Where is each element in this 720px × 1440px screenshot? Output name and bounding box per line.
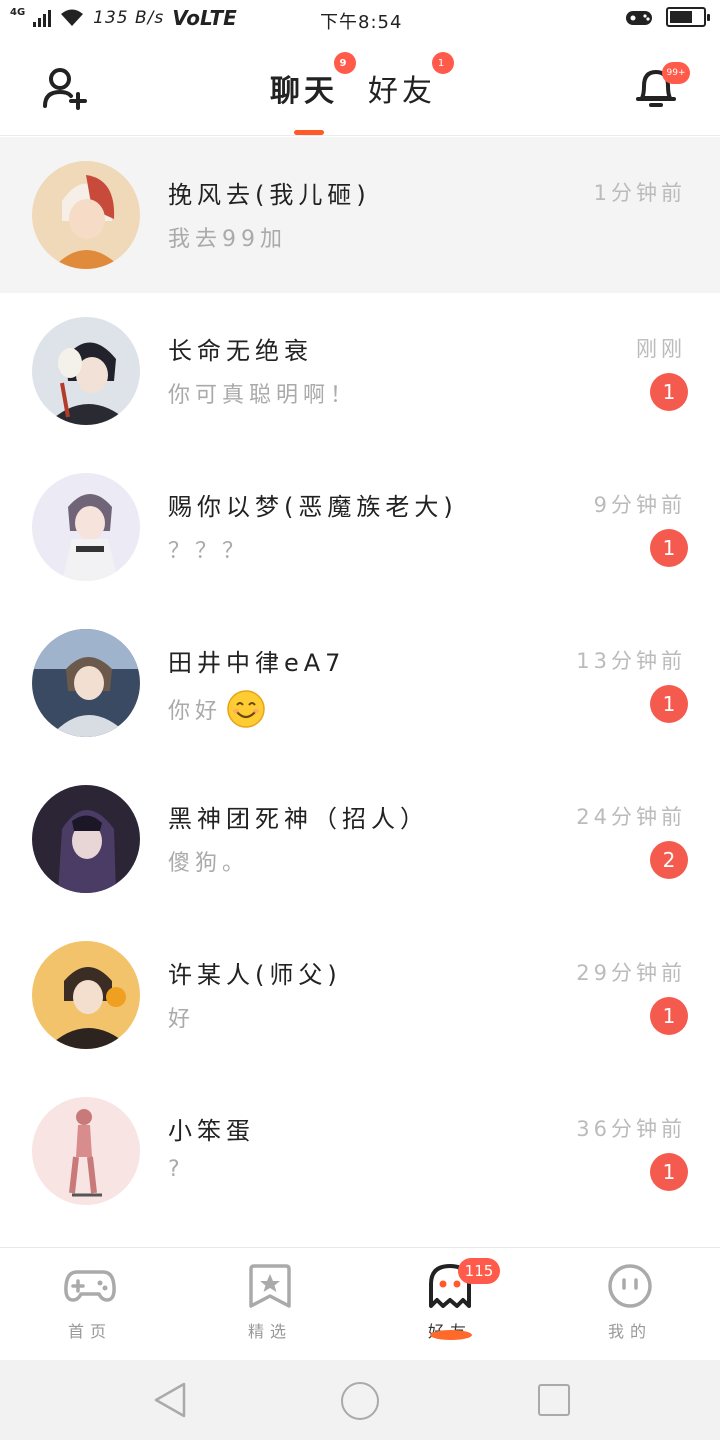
chat-time: 刚刚 — [636, 337, 686, 361]
home-icon[interactable] — [341, 1382, 379, 1420]
tab-friends-badge: 1 — [432, 52, 454, 74]
tab-chat-badge: 9 — [334, 52, 356, 74]
status-left: 4G 135 B/s VoLTE — [10, 6, 237, 30]
battery-icon — [666, 7, 710, 27]
nav-label: 首页 — [67, 1322, 112, 1341]
unread-badge: 1 — [650, 529, 688, 567]
chat-name: 赐你以梦(恶魔族老大) — [168, 493, 458, 521]
chat-name: 长命无绝衰 — [168, 337, 313, 365]
tab-friends-label: 好友 — [368, 74, 436, 109]
smile-emoji-icon — [227, 690, 265, 728]
chat-preview-text: ? — [168, 1157, 185, 1182]
signal-icon — [33, 9, 52, 27]
chat-preview-text: ？？？ — [168, 539, 250, 564]
chat-name: 许某人(师父) — [168, 961, 342, 989]
chat-time: 36分钟前 — [576, 1117, 686, 1141]
status-right — [624, 6, 710, 28]
chat-preview: 我去99加 — [168, 221, 287, 253]
chat-row[interactable]: 田井中律eA7 你好 13分钟前 1 — [0, 605, 720, 761]
tab-friends[interactable]: 好友 1 — [368, 52, 454, 110]
chat-preview-text: 我去99加 — [168, 227, 287, 252]
active-tab-indicator — [294, 130, 324, 135]
chat-time: 1分钟前 — [593, 181, 686, 205]
status-bar: 4G 135 B/s VoLTE 下午8:54 — [0, 0, 720, 36]
unread-badge: 2 — [650, 841, 688, 879]
avatar — [32, 317, 140, 425]
back-icon[interactable] — [152, 1380, 188, 1420]
chat-preview: ？？？ — [168, 533, 249, 565]
nav-label: 精选 — [247, 1322, 292, 1341]
app-header: 聊天 9 好友 1 99+ — [0, 36, 720, 136]
unread-badge: 1 — [650, 1153, 688, 1191]
volte-indicator: VoLTE — [172, 6, 237, 30]
header-tabs: 聊天 9 好友 1 — [270, 52, 454, 110]
avatar — [32, 1097, 140, 1205]
star-bookmark-icon — [249, 1264, 291, 1308]
chat-preview-text: 好 — [168, 1007, 196, 1032]
active-nav-indicator — [430, 1330, 472, 1340]
tab-chat-label: 聊天 — [270, 74, 338, 109]
bottom-nav: 首页 精选 好友 115 我的 — [0, 1247, 720, 1360]
unread-badge: 1 — [650, 685, 688, 723]
chat-row[interactable]: 赐你以梦(恶魔族老大) ？？？ 9分钟前 1 — [0, 449, 720, 605]
system-nav-bar — [0, 1360, 720, 1440]
network-speed: 135 B/s — [93, 8, 165, 28]
chat-row[interactable]: 许某人(师父) 好 29分钟前 1 — [0, 917, 720, 1073]
chat-name: 小笨蛋 — [168, 1117, 255, 1145]
chat-preview: 好 — [168, 1001, 195, 1033]
chat-preview-text: 傻狗。 — [168, 851, 250, 876]
chat-list: 挽风去(我儿砸) 我去99加 1分钟前 长命无绝衰 你可真聪明啊！ 刚刚 1 赐… — [0, 137, 720, 1229]
chat-name: 田井中律eA7 — [168, 649, 346, 677]
chat-row[interactable]: 小笨蛋 ? 36分钟前 1 — [0, 1073, 720, 1229]
chat-preview: 傻狗。 — [168, 845, 249, 877]
chat-time: 29分钟前 — [576, 961, 686, 985]
nav-item-home[interactable]: 首页 — [40, 1262, 140, 1342]
chat-row[interactable]: 挽风去(我儿砸) 我去99加 1分钟前 — [0, 137, 720, 293]
chat-preview: ? — [168, 1157, 185, 1182]
chat-preview-text: 你可真聪明啊！ — [168, 383, 358, 408]
chat-name: 黑神团死神（招人） — [168, 805, 429, 833]
chat-time: 24分钟前 — [576, 805, 686, 829]
add-friend-icon[interactable] — [40, 64, 88, 112]
game-mode-icon — [626, 11, 652, 25]
chat-time: 9分钟前 — [593, 493, 686, 517]
clock: 下午8:54 — [320, 12, 403, 33]
wifi-icon — [61, 9, 84, 26]
chat-time: 13分钟前 — [576, 649, 686, 673]
gamepad-icon — [64, 1270, 116, 1302]
unread-badge: 1 — [650, 373, 688, 411]
unread-badge: 1 — [650, 997, 688, 1035]
chat-preview: 你可真聪明啊！ — [168, 377, 357, 409]
avatar — [32, 161, 140, 269]
nav-item-featured[interactable]: 精选 — [220, 1262, 320, 1342]
network-type: 4G — [10, 6, 26, 18]
notification-badge: 99+ — [662, 62, 690, 84]
tab-chat[interactable]: 聊天 9 — [270, 52, 356, 110]
nav-label: 我的 — [607, 1322, 652, 1341]
chat-row[interactable]: 黑神团死神（招人） 傻狗。 24分钟前 2 — [0, 761, 720, 917]
chat-row[interactable]: 长命无绝衰 你可真聪明啊！ 刚刚 1 — [0, 293, 720, 449]
avatar — [32, 473, 140, 581]
avatar — [32, 785, 140, 893]
face-icon — [608, 1264, 652, 1308]
chat-preview-text: 你好 — [168, 699, 223, 724]
avatar — [32, 629, 140, 737]
avatar — [32, 941, 140, 1049]
recents-icon[interactable] — [538, 1384, 570, 1416]
chat-preview: 你好 — [168, 689, 266, 729]
nav-badge: 115 — [458, 1258, 500, 1284]
nav-item-me[interactable]: 我的 — [580, 1262, 680, 1342]
chat-name: 挽风去(我儿砸) — [168, 181, 371, 209]
